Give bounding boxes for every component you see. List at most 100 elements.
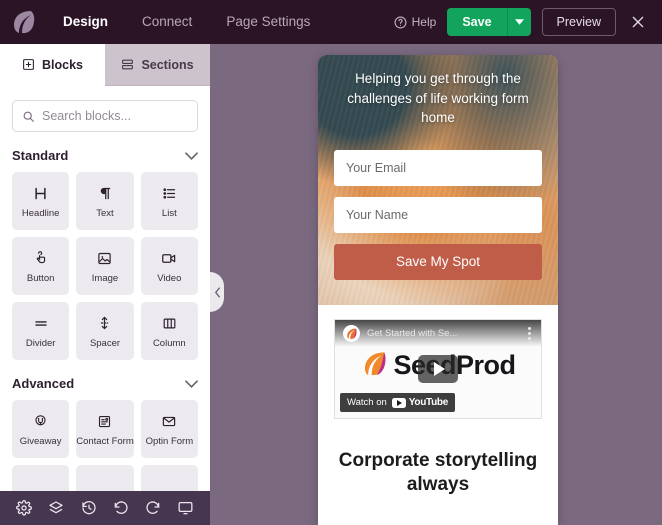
- settings-button[interactable]: [13, 497, 35, 519]
- youtube-embed[interactable]: Get Started with Se... SeedProd: [334, 319, 542, 419]
- block-tile-button[interactable]: Button: [12, 237, 70, 295]
- spacer-arrows-icon: [97, 314, 112, 333]
- name-field[interactable]: Your Name: [334, 196, 542, 233]
- envelope-icon: [161, 412, 177, 431]
- seedprod-channel-avatar-icon[interactable]: [343, 325, 360, 342]
- block-tile-column[interactable]: Column: [140, 302, 198, 360]
- save-dropdown-toggle[interactable]: [506, 8, 531, 36]
- giveaway-trophy-icon: [33, 412, 48, 431]
- top-bar-actions: Help Save Preview: [394, 8, 662, 36]
- page-preview-frame[interactable]: Helping you get through the challenges o…: [318, 55, 558, 525]
- search-icon: [22, 110, 35, 123]
- builder-bottom-toolbar: [0, 491, 210, 525]
- block-tile-divider[interactable]: Divider: [12, 302, 70, 360]
- save-button[interactable]: Save: [447, 8, 507, 36]
- nav-item-connect[interactable]: Connect: [125, 0, 209, 44]
- nav-item-page-settings[interactable]: Page Settings: [209, 0, 327, 44]
- save-my-spot-button[interactable]: Save My Spot: [334, 243, 542, 280]
- block-tile-optin-form[interactable]: Optin Form: [140, 400, 198, 458]
- help-label: Help: [411, 15, 437, 29]
- desktop-monitor-icon: [177, 500, 194, 516]
- undo-arrow-icon: [113, 500, 129, 516]
- block-label: Giveaway: [19, 435, 62, 447]
- seedprod-leaf-mark-icon: [360, 350, 389, 381]
- button-click-icon: [33, 249, 48, 268]
- hero-section[interactable]: Helping you get through the challenges o…: [318, 55, 558, 305]
- save-button-group: Save: [447, 8, 531, 36]
- group-title-advanced: Advanced: [12, 376, 75, 391]
- tab-blocks[interactable]: Blocks: [0, 44, 105, 86]
- video-camera-icon: [161, 249, 177, 268]
- panel-scroll-area[interactable]: Standard Headline Text: [0, 86, 210, 525]
- block-label: Column: [152, 337, 186, 349]
- block-grid-standard: Headline Text List Button Image Video Di…: [12, 172, 198, 360]
- search-input[interactable]: [42, 109, 188, 123]
- block-label: List: [161, 207, 177, 219]
- youtube-video-title[interactable]: Get Started with Se...: [367, 328, 519, 339]
- redo-button[interactable]: [142, 497, 164, 519]
- optin-form: Your Email Your Name Save My Spot: [318, 128, 558, 280]
- play-button-icon[interactable]: [418, 355, 458, 383]
- chevron-down-icon[interactable]: [185, 379, 198, 388]
- help-circle-icon: [394, 16, 407, 29]
- block-tile-video[interactable]: Video: [140, 237, 198, 295]
- hero-headline[interactable]: Helping you get through the challenges o…: [334, 69, 542, 128]
- block-label: Optin Form: [145, 435, 194, 447]
- panel-tabs: Blocks Sections: [0, 44, 210, 86]
- block-tile-contact-form[interactable]: Contact Form: [76, 400, 134, 458]
- bottom-section-heading[interactable]: Corporate storytelling always: [318, 433, 558, 497]
- group-header-advanced[interactable]: Advanced: [12, 376, 198, 391]
- group-title-standard: Standard: [12, 148, 69, 163]
- help-button[interactable]: Help: [394, 15, 437, 29]
- redo-arrow-icon: [145, 500, 161, 516]
- hero-content: Helping you get through the challenges o…: [318, 55, 558, 128]
- tab-sections-label: Sections: [141, 57, 194, 72]
- block-tile-headline[interactable]: Headline: [12, 172, 70, 230]
- nav-item-design[interactable]: Design: [46, 0, 125, 44]
- device-preview-button[interactable]: [175, 497, 197, 519]
- block-label: Button: [26, 272, 55, 284]
- block-label: Video: [157, 272, 182, 284]
- column-layout-icon: [162, 314, 177, 333]
- main-nav: Design Connect Page Settings: [46, 0, 327, 44]
- bullet-list-icon: [162, 184, 177, 203]
- block-tile-image[interactable]: Image: [76, 237, 134, 295]
- canvas-area[interactable]: Helping you get through the challenges o…: [210, 44, 662, 525]
- sections-rows-icon: [121, 58, 134, 71]
- chevron-down-icon[interactable]: [185, 151, 198, 160]
- layers-button[interactable]: [45, 497, 67, 519]
- block-tile-text[interactable]: Text: [76, 172, 134, 230]
- block-tile-list[interactable]: List: [140, 172, 198, 230]
- history-clock-icon: [81, 500, 97, 516]
- image-picture-icon: [97, 249, 112, 268]
- block-tile-giveaway[interactable]: Giveaway: [12, 400, 70, 458]
- block-label: Image: [91, 272, 119, 284]
- watch-on-youtube-button[interactable]: Watch on YouTube: [340, 393, 455, 412]
- revisions-button[interactable]: [78, 497, 100, 519]
- contact-form-icon: [97, 412, 112, 431]
- watch-on-label: Watch on: [347, 397, 387, 408]
- page-builder-app: Design Connect Page Settings Help Save P…: [0, 0, 662, 525]
- close-builder-button[interactable]: [627, 11, 649, 33]
- close-x-icon: [630, 14, 646, 30]
- seedprod-leaf-logo-icon[interactable]: [0, 0, 46, 44]
- caret-down-icon: [514, 19, 524, 25]
- block-tile-spacer[interactable]: Spacer: [76, 302, 134, 360]
- left-panel: Blocks Sections Search blocks... Standar…: [0, 44, 210, 525]
- layers-icon: [48, 500, 64, 516]
- gear-icon: [16, 500, 33, 516]
- blocks-grid-icon: [22, 58, 35, 71]
- group-header-standard[interactable]: Standard: [12, 148, 198, 163]
- email-field[interactable]: Your Email: [334, 149, 542, 186]
- divider-lines-icon: [33, 314, 49, 333]
- undo-button[interactable]: [110, 497, 132, 519]
- preview-button[interactable]: Preview: [541, 8, 616, 36]
- more-options-icon[interactable]: [526, 325, 533, 342]
- video-section: Get Started with Se... SeedProd: [318, 305, 558, 433]
- tab-sections[interactable]: Sections: [105, 44, 210, 86]
- headline-h-icon: [33, 184, 48, 203]
- paragraph-pilcrow-icon: [97, 184, 112, 203]
- chevron-left-icon: [214, 286, 221, 298]
- search-blocks-field[interactable]: [12, 100, 198, 132]
- block-label: Contact Form: [76, 435, 134, 447]
